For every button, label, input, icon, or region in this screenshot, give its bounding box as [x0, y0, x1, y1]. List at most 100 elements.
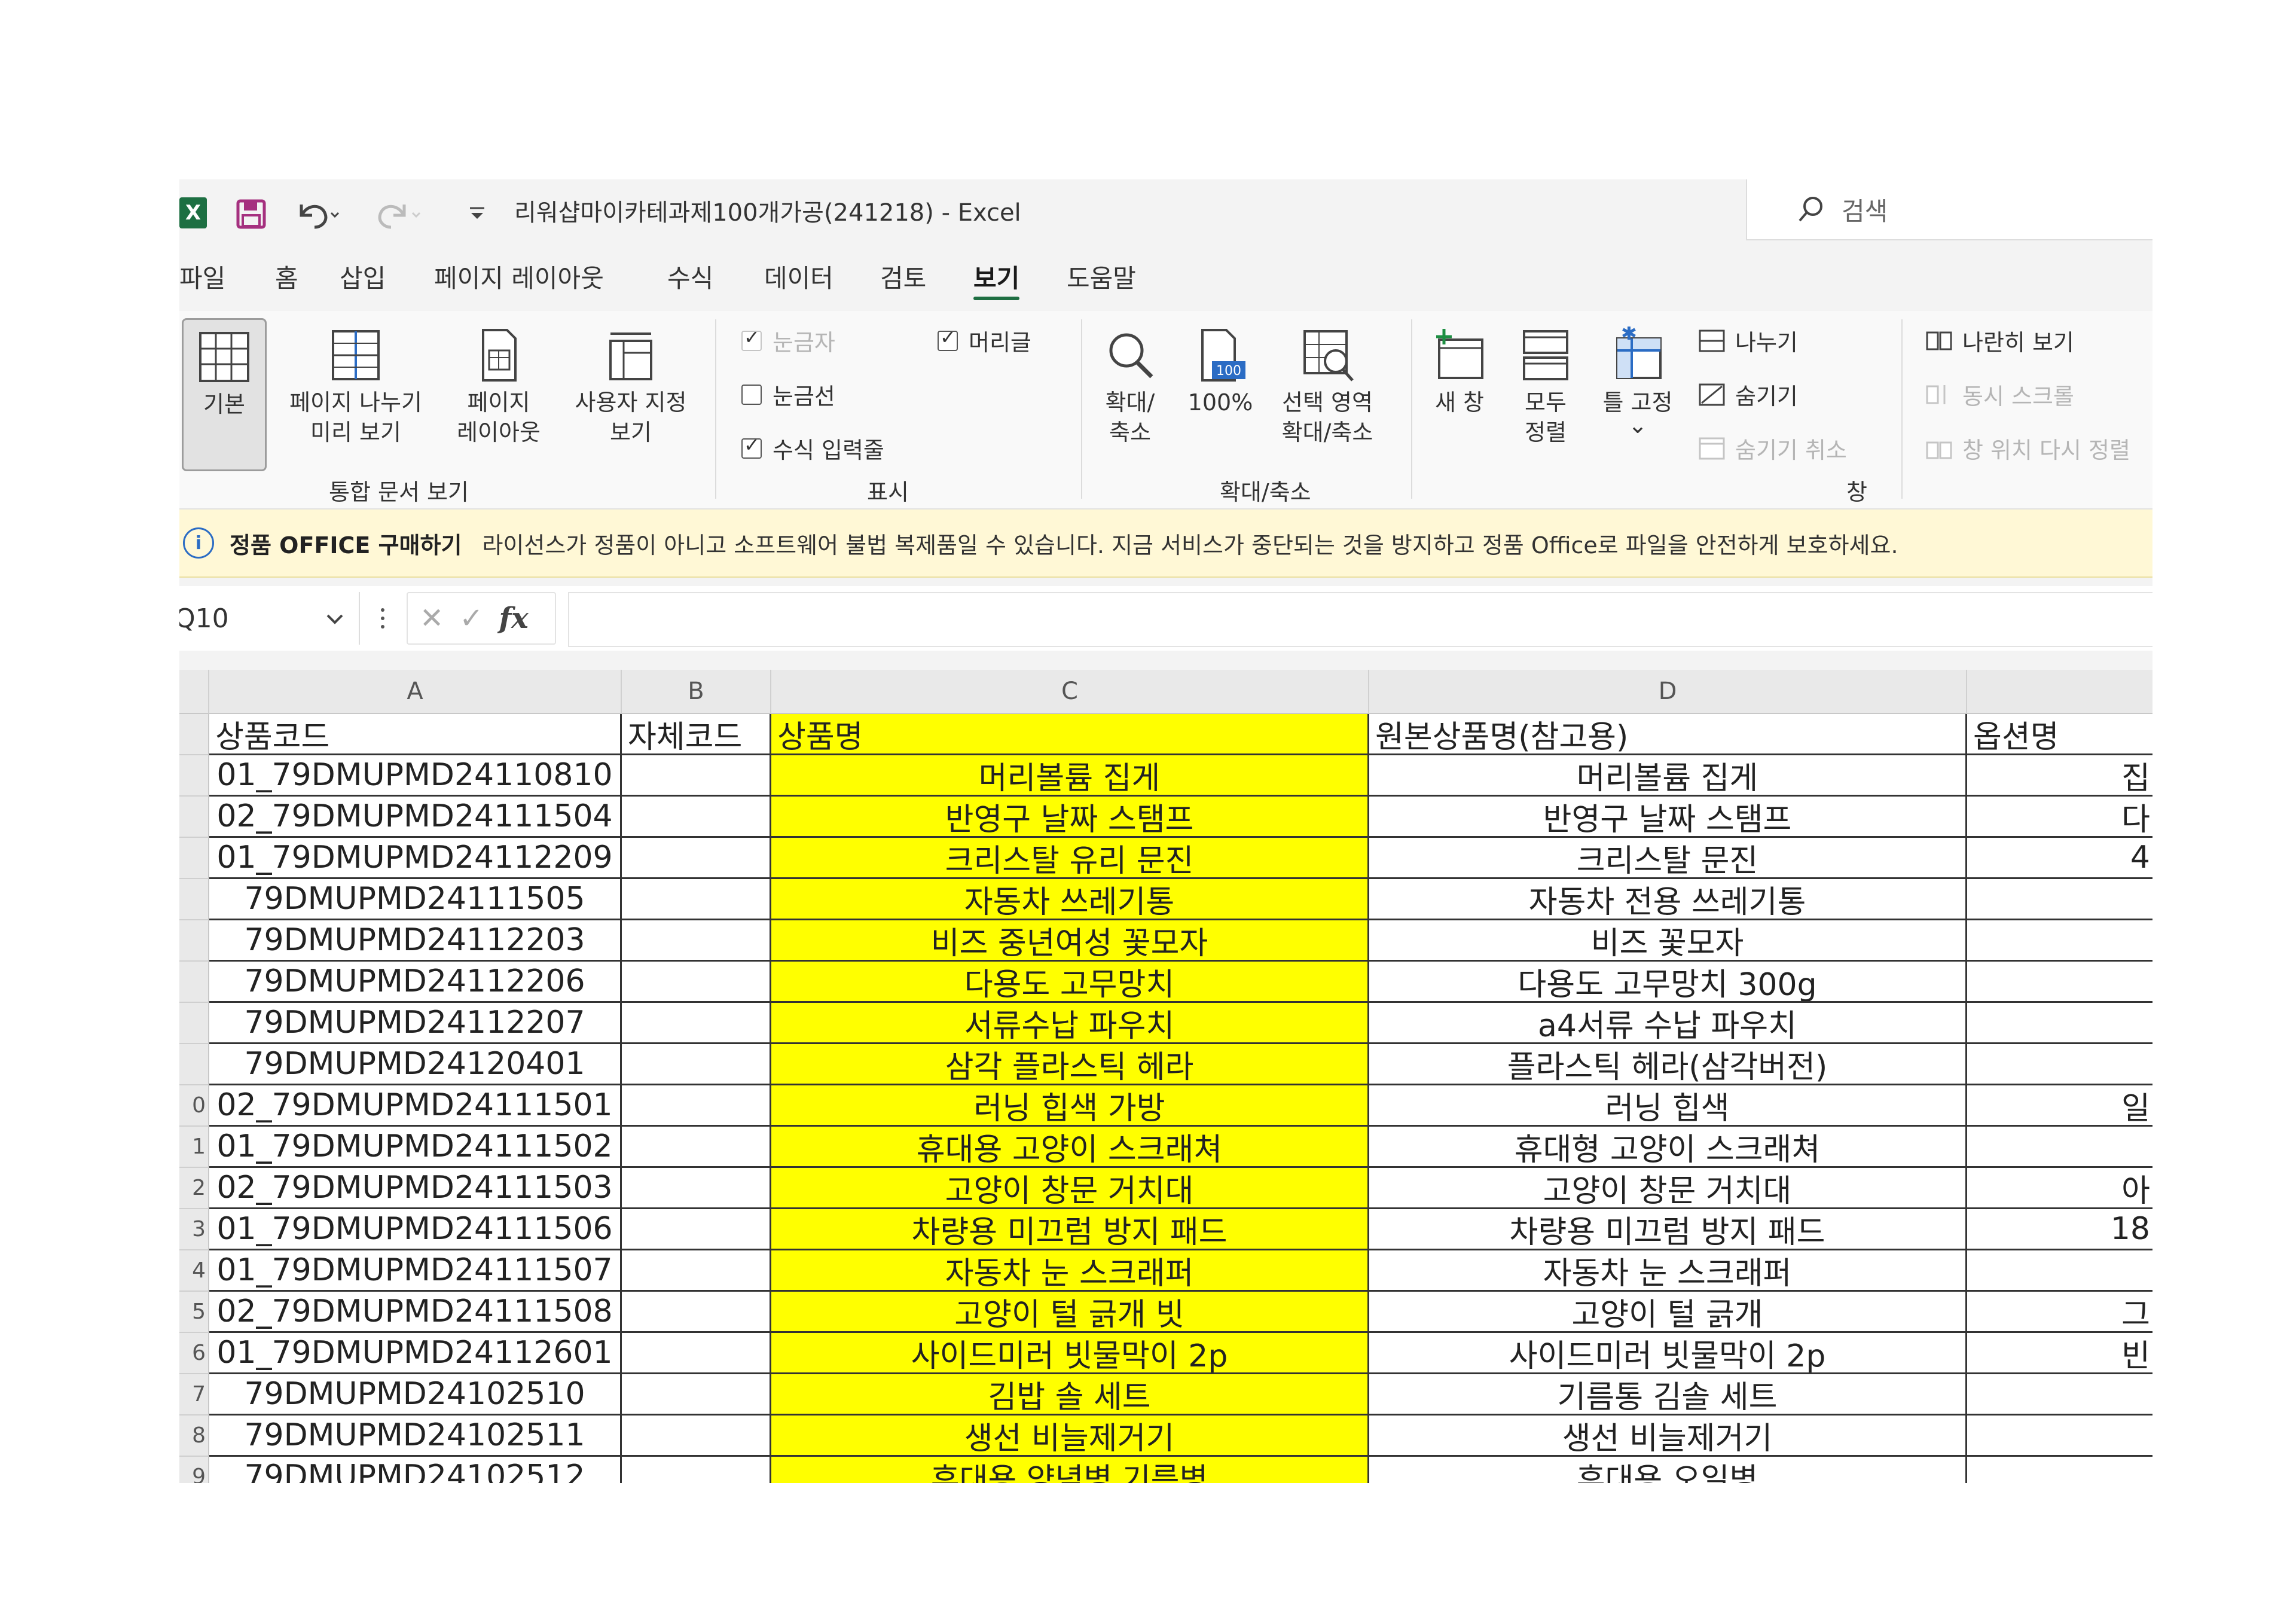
buy-office-link[interactable]: 정품 OFFICE 구매하기	[230, 527, 462, 560]
column-header-d[interactable]: D	[1369, 670, 1967, 714]
view-side-by-side-button[interactable]: 나란히 보기	[1925, 324, 2074, 357]
save-icon[interactable]	[234, 197, 268, 231]
cell-e[interactable]: 4	[1967, 838, 2152, 879]
cell-b[interactable]	[622, 920, 771, 962]
cell-a[interactable]: 79DMUPMD24102511	[209, 1415, 622, 1457]
cell-b[interactable]	[622, 1127, 771, 1168]
zoom-100-button[interactable]: 100 100%	[1181, 318, 1259, 417]
custom-views-button[interactable]: 사용자 지정 보기	[562, 318, 700, 447]
cell-b[interactable]	[622, 755, 771, 797]
cell-a[interactable]: 01_79DMUPMD24111507	[209, 1250, 622, 1292]
cell-b[interactable]	[622, 1085, 771, 1127]
headings-checkbox[interactable]: 머리글	[938, 324, 1031, 357]
freeze-panes-button[interactable]: ✱ 틀 고정 ⌄	[1593, 318, 1683, 437]
cell-a[interactable]: 79DMUPMD24120401	[209, 1044, 622, 1085]
page-break-preview-button[interactable]: 페이지 나누기 미리 보기	[275, 318, 436, 447]
header-cell-d[interactable]: 원본상품명(참고용)	[1369, 714, 1967, 755]
row-header[interactable]: 8	[179, 1415, 209, 1457]
cell-c[interactable]: 다용도 고무망치	[771, 962, 1369, 1003]
cell-e[interactable]	[1967, 879, 2152, 920]
cell-b[interactable]	[622, 1168, 771, 1209]
cell-c[interactable]: 휴대용 양념병 기름병	[771, 1457, 1369, 1483]
formula-input[interactable]	[568, 592, 2152, 647]
cell-c[interactable]: 머리볼륨 집게	[771, 755, 1369, 797]
normal-view-button[interactable]: 기본	[182, 318, 267, 471]
cell-b[interactable]	[622, 1457, 771, 1483]
zoom-button[interactable]: 확대/ 축소	[1088, 318, 1172, 447]
cell-b[interactable]	[622, 1044, 771, 1085]
cell-b[interactable]	[622, 1374, 771, 1415]
more-options-icon[interactable]	[377, 605, 389, 631]
cell-e[interactable]: 빈	[1967, 1333, 2152, 1374]
cell-d[interactable]: 반영구 날짜 스탬프	[1369, 797, 1967, 838]
header-cell-c[interactable]: 상품명	[771, 714, 1369, 755]
cell-e[interactable]	[1967, 1457, 2152, 1483]
row-header[interactable]: 2	[179, 1168, 209, 1209]
cell-d[interactable]: 휴대형 고양이 스크래쳐	[1369, 1127, 1967, 1168]
cell-a[interactable]: 02_79DMUPMD24111503	[209, 1168, 622, 1209]
row-header[interactable]	[179, 838, 209, 879]
cell-e[interactable]	[1967, 920, 2152, 962]
cell-b[interactable]	[622, 1333, 771, 1374]
new-window-button[interactable]: 새 창	[1421, 318, 1498, 417]
cell-a[interactable]: 79DMUPMD24111505	[209, 879, 622, 920]
zoom-to-selection-button[interactable]: 선택 영역 확대/축소	[1268, 318, 1387, 447]
tab-view[interactable]: 보기	[973, 246, 1020, 311]
cell-c[interactable]: 휴대용 고양이 스크래쳐	[771, 1127, 1369, 1168]
tab-file[interactable]: 파일	[179, 246, 225, 311]
cell-a[interactable]: 79DMUPMD24112206	[209, 962, 622, 1003]
cell-b[interactable]	[622, 879, 771, 920]
gridlines-checkbox[interactable]: 눈금선	[741, 378, 835, 411]
column-header-b[interactable]: B	[622, 670, 771, 714]
cell-b[interactable]	[622, 1292, 771, 1333]
column-header-a[interactable]: A	[209, 670, 622, 714]
cell-a[interactable]: 01_79DMUPMD24112601	[209, 1333, 622, 1374]
row-header[interactable]: 6	[179, 1333, 209, 1374]
cell-c[interactable]: 비즈 중년여성 꽃모자	[771, 920, 1369, 962]
tab-formulas[interactable]: 수식	[667, 246, 713, 311]
cell-c[interactable]: 사이드미러 빗물막이 2p	[771, 1333, 1369, 1374]
cell-c[interactable]: 크리스탈 유리 문진	[771, 838, 1369, 879]
cell-e[interactable]	[1967, 1127, 2152, 1168]
tab-page-layout[interactable]: 페이지 레이아웃	[434, 246, 604, 311]
row-header[interactable]	[179, 714, 209, 755]
cell-d[interactable]: 자동차 눈 스크래퍼	[1369, 1250, 1967, 1292]
cell-b[interactable]	[622, 1209, 771, 1250]
row-header[interactable]	[179, 879, 209, 920]
cell-c[interactable]: 반영구 날짜 스탬프	[771, 797, 1369, 838]
cell-e[interactable]	[1967, 962, 2152, 1003]
row-header[interactable]	[179, 962, 209, 1003]
cell-a[interactable]: 01_79DMUPMD24111502	[209, 1127, 622, 1168]
redo-icon[interactable]	[375, 196, 423, 232]
tab-home[interactable]: 홈	[275, 246, 298, 311]
cell-a[interactable]: 02_79DMUPMD24111508	[209, 1292, 622, 1333]
row-header[interactable]	[179, 797, 209, 838]
formula-bar-checkbox[interactable]: 수식 입력줄	[741, 432, 884, 465]
cell-d[interactable]: 비즈 꽃모자	[1369, 920, 1967, 962]
cell-a[interactable]: 01_79DMUPMD24111506	[209, 1209, 622, 1250]
column-header-e[interactable]	[1967, 670, 2152, 714]
cell-e[interactable]	[1967, 1374, 2152, 1415]
hide-button[interactable]: 숨기기	[1698, 378, 1798, 411]
row-header[interactable]: 9	[179, 1457, 209, 1483]
row-header[interactable]: 7	[179, 1374, 209, 1415]
cell-d[interactable]: 고양이 창문 거치대	[1369, 1168, 1967, 1209]
tab-help[interactable]: 도움말	[1067, 246, 1136, 311]
row-header[interactable]: 3	[179, 1209, 209, 1250]
cell-d[interactable]: 사이드미러 빗물막이 2p	[1369, 1333, 1967, 1374]
cell-e[interactable]: 그	[1967, 1292, 2152, 1333]
row-header[interactable]	[179, 1044, 209, 1085]
cell-e[interactable]: 18	[1967, 1209, 2152, 1250]
cell-c[interactable]: 고양이 털 긁개 빗	[771, 1292, 1369, 1333]
cell-c[interactable]: 고양이 창문 거치대	[771, 1168, 1369, 1209]
arrange-all-button[interactable]: 모두 정렬	[1507, 318, 1584, 447]
row-header[interactable]	[179, 920, 209, 962]
cell-e[interactable]	[1967, 1415, 2152, 1457]
cell-c[interactable]: 생선 비늘제거기	[771, 1415, 1369, 1457]
cell-d[interactable]: a4서류 수납 파우치	[1369, 1003, 1967, 1044]
cell-e[interactable]	[1967, 1250, 2152, 1292]
cell-d[interactable]: 차량용 미끄럼 방지 패드	[1369, 1209, 1967, 1250]
tab-data[interactable]: 데이터	[764, 246, 833, 311]
header-cell-e[interactable]: 옵션명	[1967, 714, 2152, 755]
cell-b[interactable]	[622, 838, 771, 879]
